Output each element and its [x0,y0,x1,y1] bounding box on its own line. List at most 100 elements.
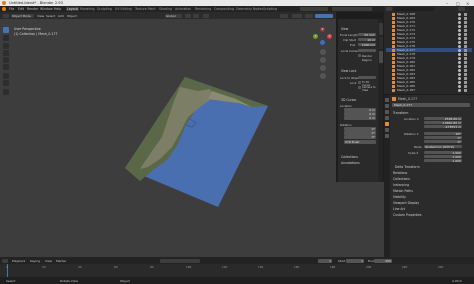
gizmo-z-icon[interactable]: Z [320,27,325,32]
delta-transform-section[interactable]: Delta Transform [395,165,420,169]
camera-to-view-checkbox[interactable] [358,86,361,89]
tab-sculpting[interactable]: Sculpting [97,7,112,11]
terrain-mesh[interactable] [0,19,336,257]
end-frame-field[interactable]: 250 [374,258,392,263]
outliner-editor-icon[interactable] [386,7,392,11]
clip-start-field[interactable]: 10 m [358,37,376,42]
perspective-toggle-icon[interactable] [320,73,326,79]
line-art-section[interactable]: Line Art [393,207,405,211]
menu-object[interactable]: Object [67,14,77,18]
gizmo-x-icon[interactable]: X [327,34,332,39]
3d-viewport[interactable]: User Perspective (1) Collection | Mesh_0… [0,19,336,257]
material-props-icon[interactable] [385,134,389,138]
viewport-display-section[interactable]: Viewport Display [393,201,419,205]
shading-mode-icon[interactable] [315,13,333,18]
pan-icon[interactable] [320,57,326,63]
annotations-section-title[interactable]: Annotations [341,161,360,165]
tab-uv-editing[interactable]: UV Editing [115,7,132,11]
editor-type-icon[interactable] [3,13,9,18]
gizmo-y-icon[interactable]: Y [313,34,318,39]
menu-file[interactable]: File [9,7,14,11]
transform-section-title[interactable]: Transform [393,111,408,115]
menu-playback[interactable]: Playback [12,259,25,263]
viewport-lower-area[interactable] [336,182,384,257]
motion-paths-section[interactable]: Motion Paths [393,189,413,193]
menu-edit[interactable]: Edit [18,7,24,11]
scene-props-icon[interactable] [385,116,389,120]
cursor-rz-field[interactable]: 0° [344,135,376,139]
location-y-field[interactable]: -14650.80 m [424,120,462,125]
tab-animation[interactable]: Animation [175,7,191,11]
render-region-checkbox[interactable] [358,54,361,57]
tab-geometry-nodes[interactable]: Geometry Nodes [236,7,263,11]
proportional-edit-icon[interactable] [203,13,209,18]
orientation-selector[interactable]: Global [165,13,182,18]
cursor-z-field[interactable]: 0 m [344,116,376,120]
rotation-x-field[interactable]: 90° [424,131,462,136]
camera-view-icon[interactable] [320,65,326,71]
relations-section[interactable]: Relations [393,171,407,175]
filter-icon[interactable] [458,7,465,11]
menu-keying[interactable]: Keying [30,259,40,263]
clip-end-field[interactable]: 1000 km [358,42,376,47]
visibility-section[interactable]: Visibility [393,195,406,199]
playback-controls[interactable] [160,258,200,263]
tab-compositing[interactable]: Compositing [214,7,234,11]
object-name-field[interactable]: Mesh_0.177 [392,103,470,107]
menu-view[interactable]: View [37,14,44,18]
tool-props-icon[interactable] [385,98,389,102]
location-z-field[interactable]: -473553 m [424,124,462,129]
focal-length-field[interactable]: 50 mm [358,32,376,37]
scale-z-field[interactable]: 1.000 [424,158,462,163]
tab-scripting[interactable]: Scripting [263,7,277,11]
scene-selector[interactable] [300,7,328,11]
render-props-icon[interactable] [385,104,389,108]
menu-select[interactable]: Select [46,14,55,18]
3d-cursor-section-title[interactable]: 3D Cursor [341,98,357,102]
menu-render[interactable]: Render [27,7,38,11]
menu-help[interactable]: Help [54,7,61,11]
scale-x-field[interactable]: 1.000 [424,150,462,155]
outliner-row[interactable]: Mesh_0.187 [386,88,472,92]
start-frame-field[interactable]: 1 [346,258,364,263]
timeline-editor-icon[interactable] [2,258,8,263]
rotation-mode-dropdown[interactable]: Quaternion (WXYZ) [424,144,462,149]
lock-to-object-field[interactable] [358,75,376,80]
object-props-icon[interactable] [385,122,389,126]
tab-tool[interactable] [378,37,383,49]
zoom-icon[interactable] [320,49,326,55]
minimize-icon[interactable]: – [446,1,448,6]
custom-properties-section[interactable]: Custom Properties [393,213,421,217]
collections-section-title[interactable]: Collections [341,155,358,159]
tab-modeling[interactable]: Modeling [80,7,95,11]
modifier-props-icon[interactable] [385,128,389,132]
tab-texture-paint[interactable]: Texture Paint [135,7,156,11]
view-layer-selector[interactable] [332,7,372,11]
collections-section[interactable]: Collections [393,177,410,181]
camera-render-icon[interactable] [464,88,467,92]
outliner-search[interactable] [394,7,434,11]
snap-icon[interactable] [193,13,199,18]
instancing-section[interactable]: Instancing [393,183,409,187]
visibility-icon[interactable] [280,13,288,18]
output-props-icon[interactable] [385,110,389,114]
tab-shading[interactable]: Shading [159,7,172,11]
close-icon[interactable]: × [466,1,469,6]
menu-marker[interactable]: Marker [56,259,66,263]
scale-y-field[interactable]: 1.000 [424,154,462,159]
rotation-y-field[interactable]: 0° [424,135,462,140]
current-frame-field[interactable]: 1 [318,258,332,263]
eye-icon[interactable] [458,88,461,92]
xray-icon[interactable] [305,13,313,18]
rotation-z-field[interactable]: 0° [424,139,462,144]
mode-selector[interactable]: Object Mode [11,13,34,18]
pivot-icon[interactable] [185,13,191,18]
view-lock-section-title[interactable]: View Lock [341,69,356,73]
menu-timeline-view[interactable]: View [45,259,52,263]
cursor-rotation-mode[interactable]: XYZ Euler [344,140,376,144]
gizmo-neg-z-icon[interactable] [320,40,325,45]
location-x-field[interactable]: 2538.66 m [424,116,462,121]
menu-window[interactable]: Window [40,7,53,11]
local-camera-checkbox[interactable] [358,48,376,53]
to-3d-cursor-checkbox[interactable] [358,81,361,84]
